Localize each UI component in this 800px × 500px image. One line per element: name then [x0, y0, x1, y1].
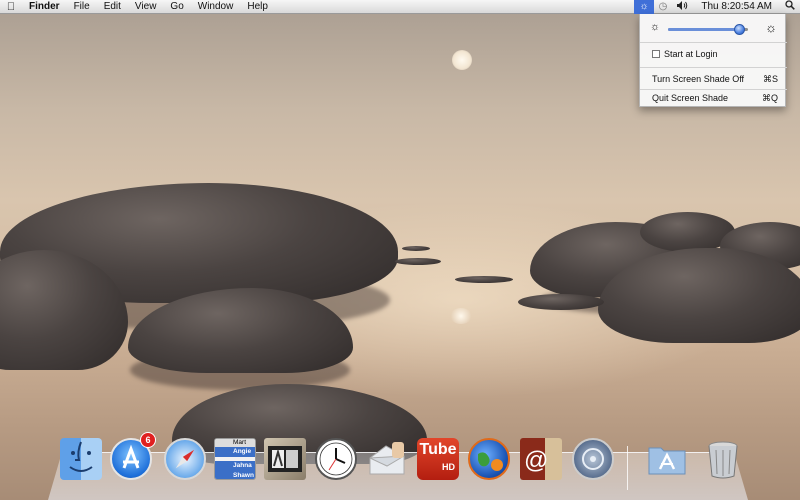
dock-app-store[interactable]: 6 [108, 432, 156, 482]
menu-file[interactable]: File [67, 0, 97, 14]
brightness-row: ☼ ☼ [640, 18, 787, 38]
slider-fill [668, 28, 739, 31]
start-at-login-checkbox[interactable] [652, 50, 660, 58]
contact-row-selected: Jahna [215, 461, 255, 471]
dock-mail-app[interactable] [364, 436, 410, 482]
apple-menu-icon[interactable]:  [0, 1, 22, 13]
menu-bar:  Finder File Edit View Go Window Help ☼… [0, 0, 800, 14]
globe-icon [468, 438, 510, 480]
front-row-icon [572, 438, 614, 480]
dock-finder[interactable] [58, 436, 104, 482]
dock-safari[interactable] [162, 436, 208, 482]
dock-contacts[interactable]: Mart Angie Jahna Shawn [212, 436, 258, 482]
slider-knob[interactable] [734, 24, 745, 35]
screen-shade-menu: ☼ ☼ Start at Login Turn Screen Shade Off… [639, 14, 787, 107]
menu-view[interactable]: View [128, 0, 164, 14]
start-at-login-label: Start at Login [664, 49, 718, 59]
menu-app-finder[interactable]: Finder [22, 0, 67, 14]
menu-window[interactable]: Window [191, 0, 241, 14]
menu-separator [640, 67, 787, 68]
safari-compass-icon [164, 438, 206, 480]
turn-shade-off-item[interactable]: Turn Screen Shade Off ⌘S [640, 71, 787, 87]
svg-text:@: @ [524, 447, 548, 474]
dock-globe-app[interactable] [466, 436, 512, 482]
dim-sun-icon: ☼ [650, 21, 661, 33]
tube-hd-sublabel: HD [442, 462, 455, 472]
tube-hd-label: Tube [419, 441, 457, 458]
spotlight-icon[interactable] [780, 0, 800, 14]
brightness-slider[interactable] [668, 24, 748, 35]
trash-icon [702, 438, 744, 480]
contact-row-selected: Shawn [215, 471, 255, 479]
dock-trash[interactable] [700, 436, 746, 482]
tube-hd-icon: Tube HD [417, 438, 459, 480]
envelope-icon [366, 438, 408, 480]
quit-screen-shade-shortcut: ⌘Q [761, 93, 778, 103]
volume-icon[interactable] [672, 0, 693, 14]
menu-separator [640, 42, 787, 43]
app-store-badge: 6 [140, 432, 156, 448]
menu-go[interactable]: Go [163, 0, 190, 14]
turn-shade-off-label: Turn Screen Shade Off [652, 74, 745, 84]
screen-shade-icon[interactable]: ☼ [634, 0, 654, 14]
quit-screen-shade-label: Quit Screen Shade [652, 93, 729, 103]
dock-tube-hd[interactable]: Tube HD [415, 436, 461, 482]
dock-front-row[interactable] [570, 436, 616, 482]
folder-icon [646, 438, 688, 480]
start-at-login-item[interactable]: Start at Login [640, 46, 787, 62]
menu-clock[interactable]: Thu 8:20:54 AM [693, 0, 780, 14]
contact-row: Mart [215, 439, 255, 447]
turn-shade-off-shortcut: ⌘S [762, 74, 778, 84]
quit-screen-shade-item[interactable]: Quit Screen Shade ⌘Q [640, 90, 787, 106]
bright-sun-icon: ☼ [765, 20, 777, 35]
dock-separator [627, 446, 628, 490]
finder-icon [60, 438, 102, 480]
address-book-icon: @ [520, 438, 562, 480]
contacts-app-icon: Mart Angie Jahna Shawn [214, 438, 256, 480]
contact-row-selected: Angie [215, 447, 255, 457]
time-machine-icon[interactable]: ◷ [654, 0, 673, 14]
menu-help[interactable]: Help [240, 0, 275, 14]
dock-clock[interactable] [313, 436, 359, 482]
dock-applications-folder[interactable] [644, 436, 690, 482]
menu-edit[interactable]: Edit [97, 0, 128, 14]
film-strip-icon [264, 438, 306, 480]
clock-icon [315, 438, 357, 480]
dock-film-app[interactable] [262, 436, 308, 482]
dock-address-book[interactable]: @ [518, 436, 564, 482]
wallpaper-sun-reflection [450, 308, 472, 324]
wallpaper-sun [452, 50, 472, 70]
